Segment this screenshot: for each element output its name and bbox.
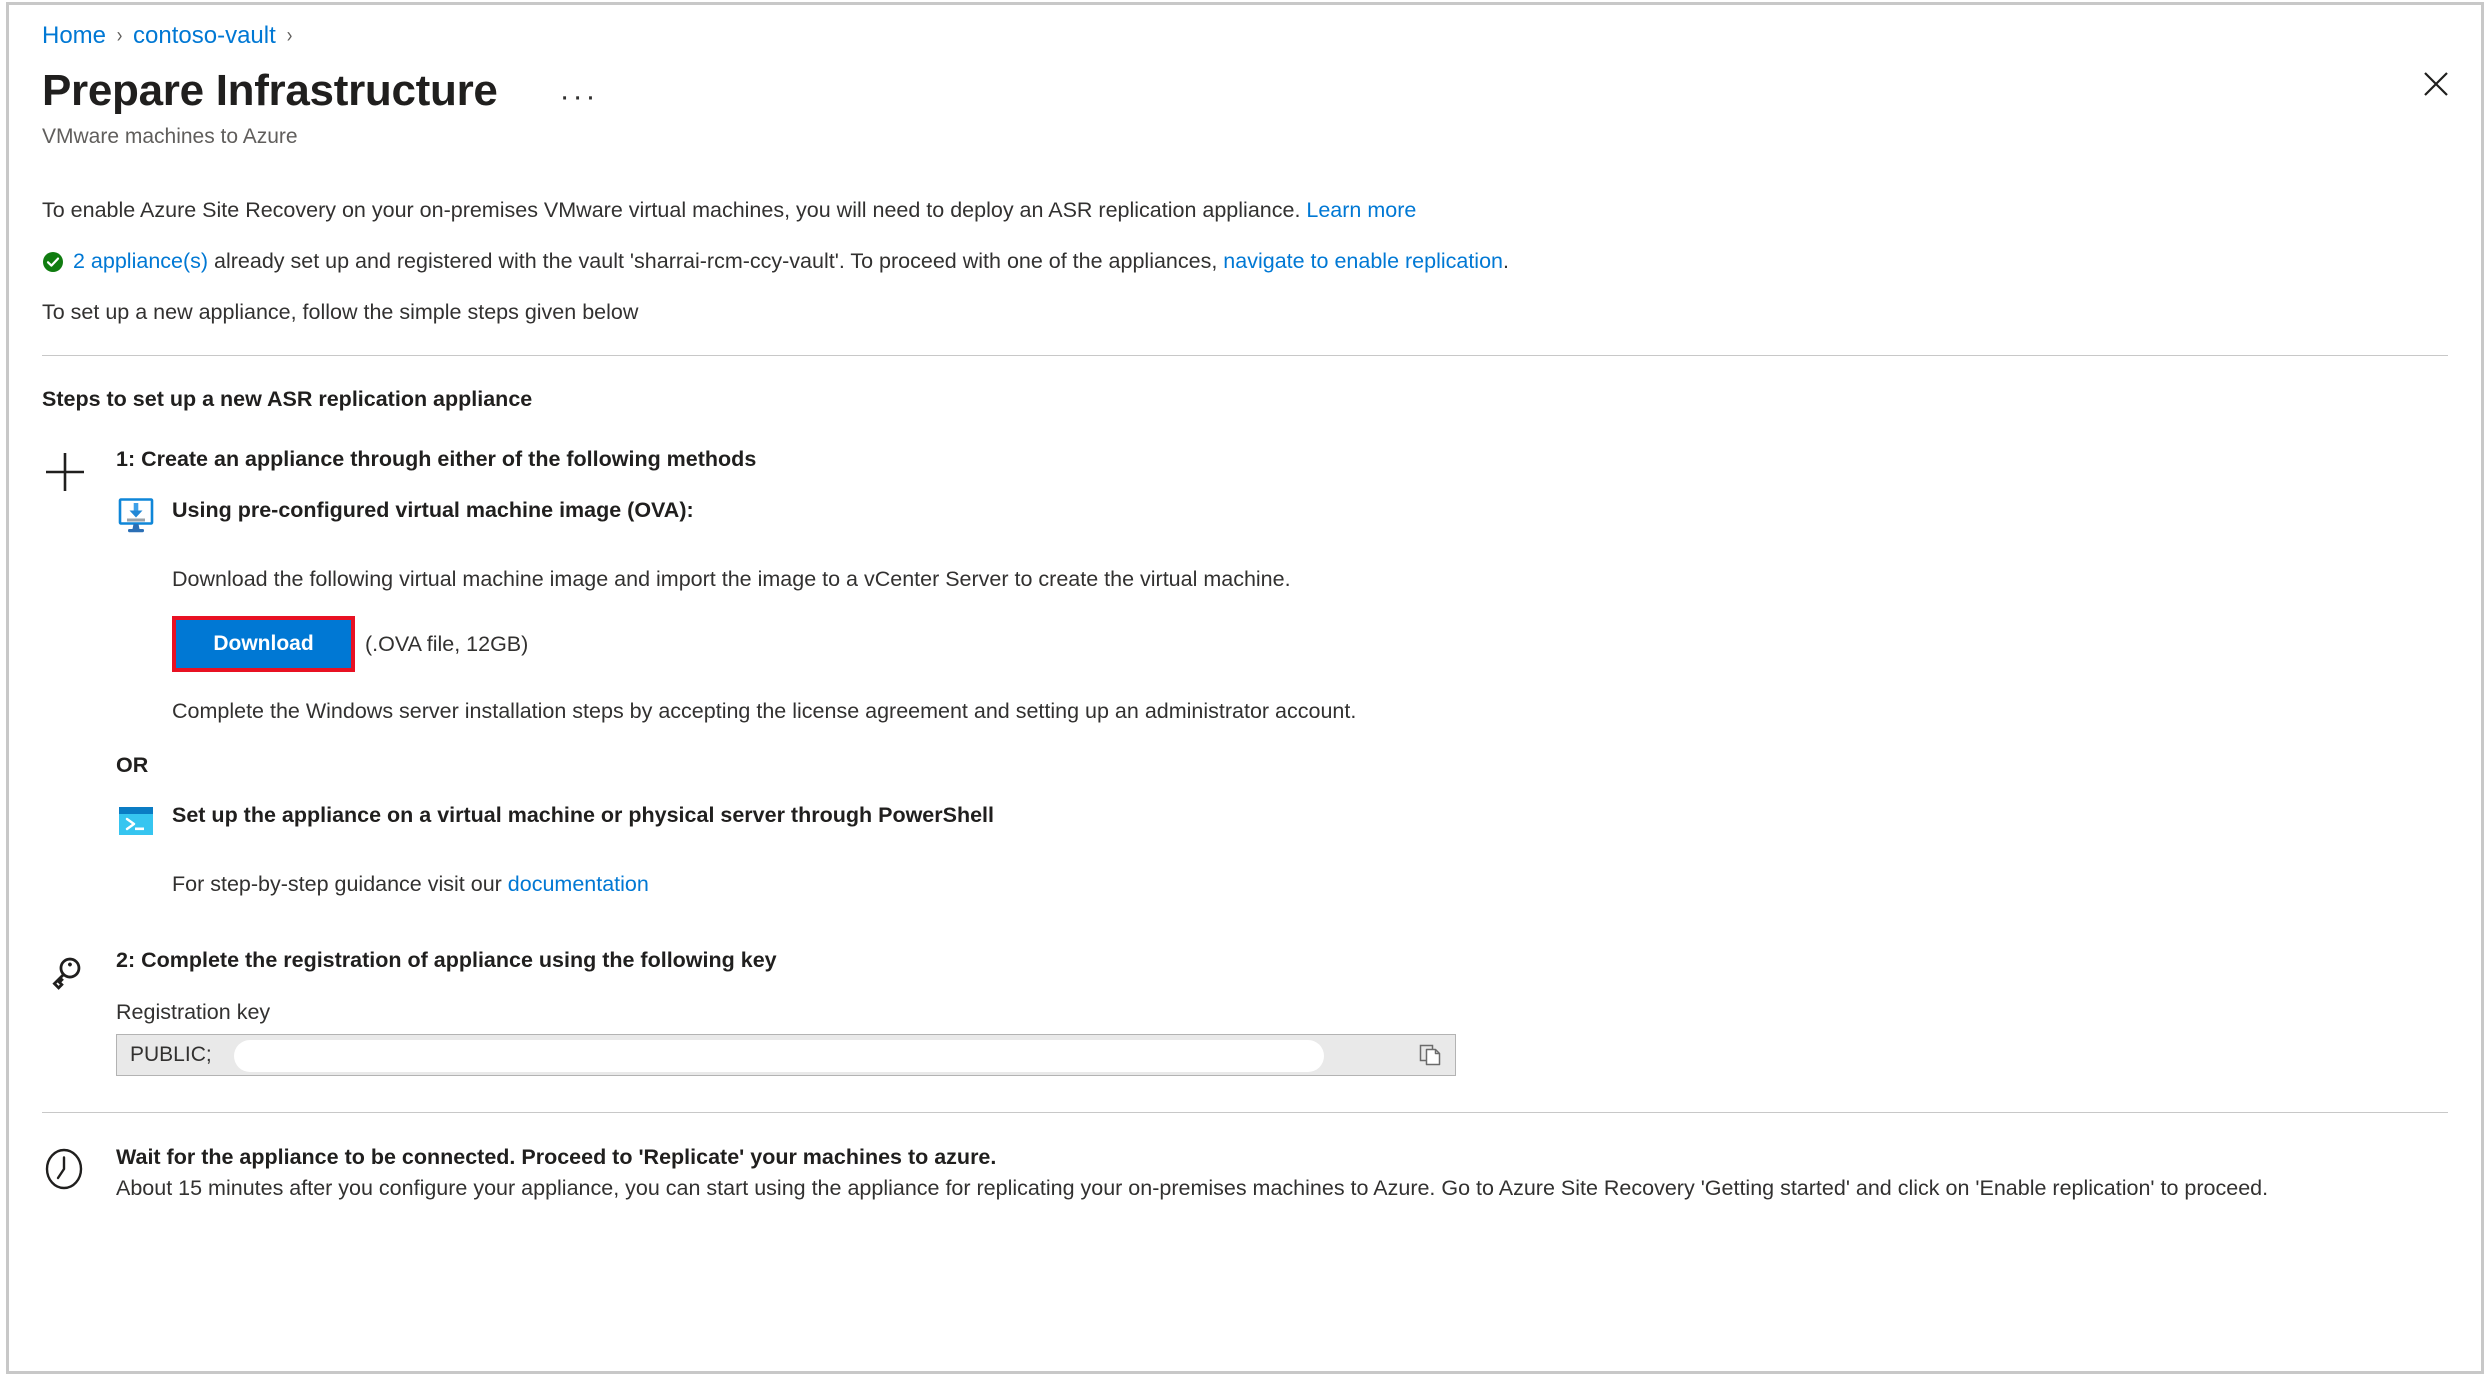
wait-note-description: About 15 minutes after you configure you… <box>116 1176 2269 1200</box>
intro-text: To enable Azure Site Recovery on your on… <box>42 198 1307 222</box>
step-1-block: 1: Create an appliance through either of… <box>42 445 2448 898</box>
success-check-icon <box>43 252 63 272</box>
download-row: Download (.OVA file, 12GB) <box>172 616 2448 672</box>
appliance-count-link[interactable]: 2 appliance(s) <box>73 249 208 273</box>
method-powershell: Set up the appliance on a virtual machin… <box>116 800 2448 846</box>
powershell-icon <box>119 807 153 835</box>
download-button[interactable]: Download <box>176 620 351 668</box>
clock-icon <box>45 1148 83 1190</box>
intro-paragraph: To enable Azure Site Recovery on your on… <box>42 196 2448 224</box>
copy-button[interactable] <box>1415 1040 1445 1070</box>
registration-key-label: Registration key <box>116 1000 271 1024</box>
documentation-link[interactable]: documentation <box>508 872 649 896</box>
close-icon <box>2424 72 2448 96</box>
download-file-note: (.OVA file, 12GB) <box>365 631 529 656</box>
download-button-highlight: Download <box>172 616 355 672</box>
method-ova-title: Using pre-configured virtual machine ima… <box>172 498 694 522</box>
breadcrumb-item-home[interactable]: Home <box>42 21 106 51</box>
breadcrumb-separator-icon: › <box>116 24 123 47</box>
step-2-block: 2: Complete the registration of applianc… <box>42 946 2448 1076</box>
section-divider-bottom <box>42 1112 2448 1113</box>
powershell-guidance-text: For step-by-step guidance visit our <box>172 872 508 896</box>
powershell-icon-wrap <box>116 800 172 846</box>
method-ova-description: Download the following virtual machine i… <box>172 567 1291 591</box>
vm-image-download-icon <box>118 498 154 533</box>
setup-instruction-text: To set up a new appliance, follow the si… <box>42 300 639 324</box>
page-header: Prepare Infrastructure ··· <box>42 65 2448 117</box>
more-options-button[interactable]: ··· <box>560 82 599 112</box>
registration-key-field[interactable]: PUBLIC; <box>116 1034 1456 1076</box>
ova-icon-wrap <box>116 495 172 541</box>
powershell-guidance: For step-by-step guidance visit our docu… <box>172 870 2448 898</box>
wait-note-block: Wait for the appliance to be connected. … <box>42 1143 2448 1203</box>
method-powershell-title: Set up the appliance on a virtual machin… <box>172 803 994 827</box>
method-ova: Using pre-configured virtual machine ima… <box>116 495 2448 541</box>
copy-icon <box>1419 1044 1441 1066</box>
step-2-icon-wrap <box>42 946 116 1076</box>
step-1-icon-wrap <box>42 445 116 898</box>
breadcrumb-separator-icon: › <box>286 24 293 47</box>
plus-icon <box>46 453 84 491</box>
registration-key-redaction <box>234 1040 1324 1072</box>
registration-key-value: PUBLIC; <box>130 1043 212 1066</box>
section-divider-top <box>42 355 2448 356</box>
clock-icon-wrap <box>42 1143 116 1196</box>
steps-heading: Steps to set up a new ASR replication ap… <box>42 387 533 411</box>
breadcrumb: Home › contoso-vault › <box>42 5 2448 51</box>
blade-panel: Home › contoso-vault › Prepare Infrastru… <box>6 2 2484 1374</box>
step-2-title: 2: Complete the registration of applianc… <box>116 948 777 972</box>
method-ova-post-note: Complete the Windows server installation… <box>172 699 1357 723</box>
or-separator-label: OR <box>116 753 149 777</box>
appliance-status-message: 2 appliance(s) already set up and regist… <box>42 247 2448 275</box>
close-button[interactable] <box>2415 63 2457 105</box>
page-subtitle: VMware machines to Azure <box>42 125 298 148</box>
key-icon <box>52 957 81 990</box>
appliance-status-text: already set up and registered with the v… <box>208 249 1224 273</box>
step-1-title: 1: Create an appliance through either of… <box>116 447 757 471</box>
breadcrumb-item-vault[interactable]: contoso-vault <box>133 21 276 51</box>
wait-note-title: Wait for the appliance to be connected. … <box>116 1145 997 1169</box>
appliance-status-end: . <box>1503 249 1509 273</box>
learn-more-link[interactable]: Learn more <box>1306 198 1416 222</box>
navigate-enable-replication-link[interactable]: navigate to enable replication <box>1223 249 1503 273</box>
page-title: Prepare Infrastructure <box>42 66 498 115</box>
